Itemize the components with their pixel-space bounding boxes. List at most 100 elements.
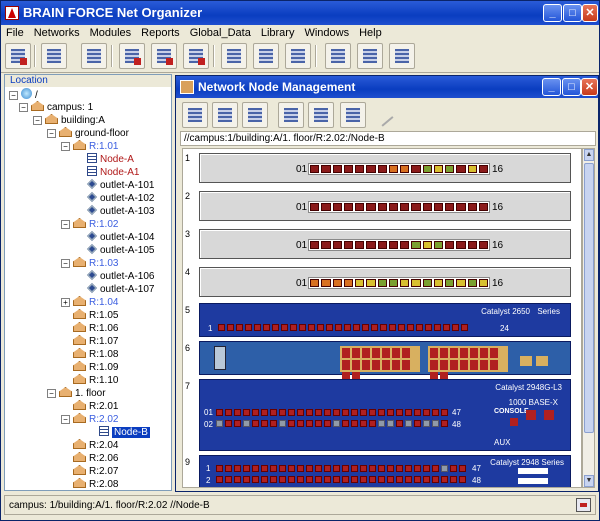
tree-node[interactable]: R:2.04 [73,439,118,451]
menu-help[interactable]: Help [354,25,387,39]
switch-ports-row2[interactable] [216,476,466,483]
tree-node[interactable]: − building:A [33,114,105,126]
patch-panel[interactable]: 01 16 [199,153,571,183]
switch-port[interactable] [352,348,360,358]
switch-port[interactable] [440,348,448,358]
tree-node-selected[interactable]: Node-B [99,426,150,438]
refresh-icon[interactable] [5,43,31,69]
connect-icon[interactable] [182,102,208,128]
maximize-button[interactable]: □ [563,4,582,22]
collapse-icon[interactable]: − [9,91,18,100]
switch-ports-row1[interactable] [216,409,448,416]
minimize-button[interactable]: _ [543,4,562,22]
switch-port[interactable] [430,348,438,358]
menu-modules[interactable]: Modules [85,25,137,39]
patch-panel[interactable]: 01 16 [199,191,571,221]
tree-node[interactable]: R:1.10 [73,374,118,386]
switch-port[interactable] [392,348,400,358]
switch-port[interactable] [460,348,468,358]
collapse-icon[interactable]: − [61,220,70,229]
collapse-icon[interactable]: − [47,129,56,138]
zoom-icon[interactable] [389,43,415,69]
close-button[interactable]: ✕ [582,4,598,22]
tree-node[interactable]: outlet-A-101 [86,178,154,191]
nnm-maximize-button[interactable]: □ [562,78,581,96]
switch-port[interactable] [362,360,370,370]
menu-windows[interactable]: Windows [299,25,354,39]
switch-port[interactable] [372,348,380,358]
switch-module[interactable] [199,341,571,382]
switch-port[interactable] [342,348,350,358]
tree-node[interactable]: R:1.09 [73,361,118,373]
tree-node[interactable]: R:2.07 [73,465,118,477]
patch-ports[interactable] [308,201,490,213]
expand-icon[interactable]: + [61,298,70,307]
patch-ports[interactable] [308,163,490,175]
tree-node[interactable]: Node-A [87,153,134,165]
search-icon[interactable] [357,43,383,69]
switch-ports-a[interactable] [340,346,420,382]
uplink-port[interactable] [518,468,548,474]
import-icon[interactable] [278,102,304,128]
patch-panel[interactable]: 01 16 [199,267,571,297]
menu-file[interactable]: File [1,25,29,39]
switch-port[interactable] [450,348,458,358]
rack-slot[interactable]: 9 Catalyst 2948 Series 1 2 47 48 [185,455,577,487]
hierarchy-icon[interactable] [253,43,279,69]
tree-node[interactable]: R:1.08 [73,348,118,360]
switch-port[interactable] [480,348,488,358]
scroll-up-icon[interactable]: ▲ [584,149,594,161]
tree-node[interactable]: + R:1.04 [61,296,118,308]
layout-icon[interactable] [285,43,311,69]
switch-port[interactable] [430,360,438,370]
rack-slot[interactable]: 1 01 16 [185,151,577,187]
tree-node[interactable]: outlet-A-105 [86,243,154,256]
switch-port[interactable] [402,348,410,358]
nnm-minimize-button[interactable]: _ [542,78,561,96]
switch-port[interactable] [352,360,360,370]
tree-node[interactable]: outlet-A-102 [86,191,154,204]
tree-node[interactable]: R:2.08 [73,478,118,490]
scroll-down-icon[interactable]: ▼ [584,475,594,487]
switch-port[interactable] [490,348,498,358]
add-module-icon[interactable] [151,43,177,69]
print-icon[interactable] [340,102,366,128]
tree-node[interactable]: outlet-A-104 [86,230,154,243]
switch-port[interactable] [470,348,478,358]
switch-catalyst-2650[interactable]: Catalyst 2650 Series 1 24 [199,303,571,337]
rack-view-icon[interactable] [242,102,268,128]
rack-slot[interactable]: 6 [185,341,577,382]
switch-port[interactable] [480,360,488,370]
tree-node[interactable]: − campus: 1 [19,101,93,113]
add-port-icon[interactable] [183,43,209,69]
menu-networks[interactable]: Networks [29,25,85,39]
tree-node[interactable]: − R:1.03 [61,257,118,269]
tree-node[interactable]: Node-A1 [87,166,139,178]
add-network-icon[interactable] [119,43,145,69]
tree-node[interactable]: − R:1.01 [61,140,118,152]
patch-icon[interactable] [212,102,238,128]
switch-port[interactable] [460,360,468,370]
menu-global-data[interactable]: Global_Data [185,25,256,39]
uplink-port[interactable] [518,478,548,484]
switch-port[interactable] [382,348,390,358]
tree-node[interactable]: − R:1.02 [61,218,118,230]
list-icon[interactable] [325,43,351,69]
collapse-icon[interactable]: − [33,116,42,125]
console-port[interactable] [510,418,518,426]
switch-ports-row2[interactable] [216,420,448,427]
switch-catalyst-2948[interactable]: Catalyst 2948 Series 1 2 47 48 [199,455,571,487]
collapse-icon[interactable]: − [61,415,70,424]
patch-ports[interactable] [308,239,490,251]
tree-node[interactable]: −1. floor [47,387,106,399]
switch-ports[interactable] [218,324,468,331]
switch-port[interactable] [382,360,390,370]
rack-icon[interactable] [41,43,67,69]
menu-library[interactable]: Library [256,25,300,39]
rack-scrollbar[interactable]: ▲ ▼ [582,148,595,488]
rack-slot[interactable]: 2 01 16 [185,189,577,225]
menu-reports[interactable]: Reports [136,25,185,39]
tree-node[interactable]: outlet-A-107 [86,282,154,295]
switch-port[interactable] [450,360,458,370]
uplink-port[interactable] [526,410,536,420]
